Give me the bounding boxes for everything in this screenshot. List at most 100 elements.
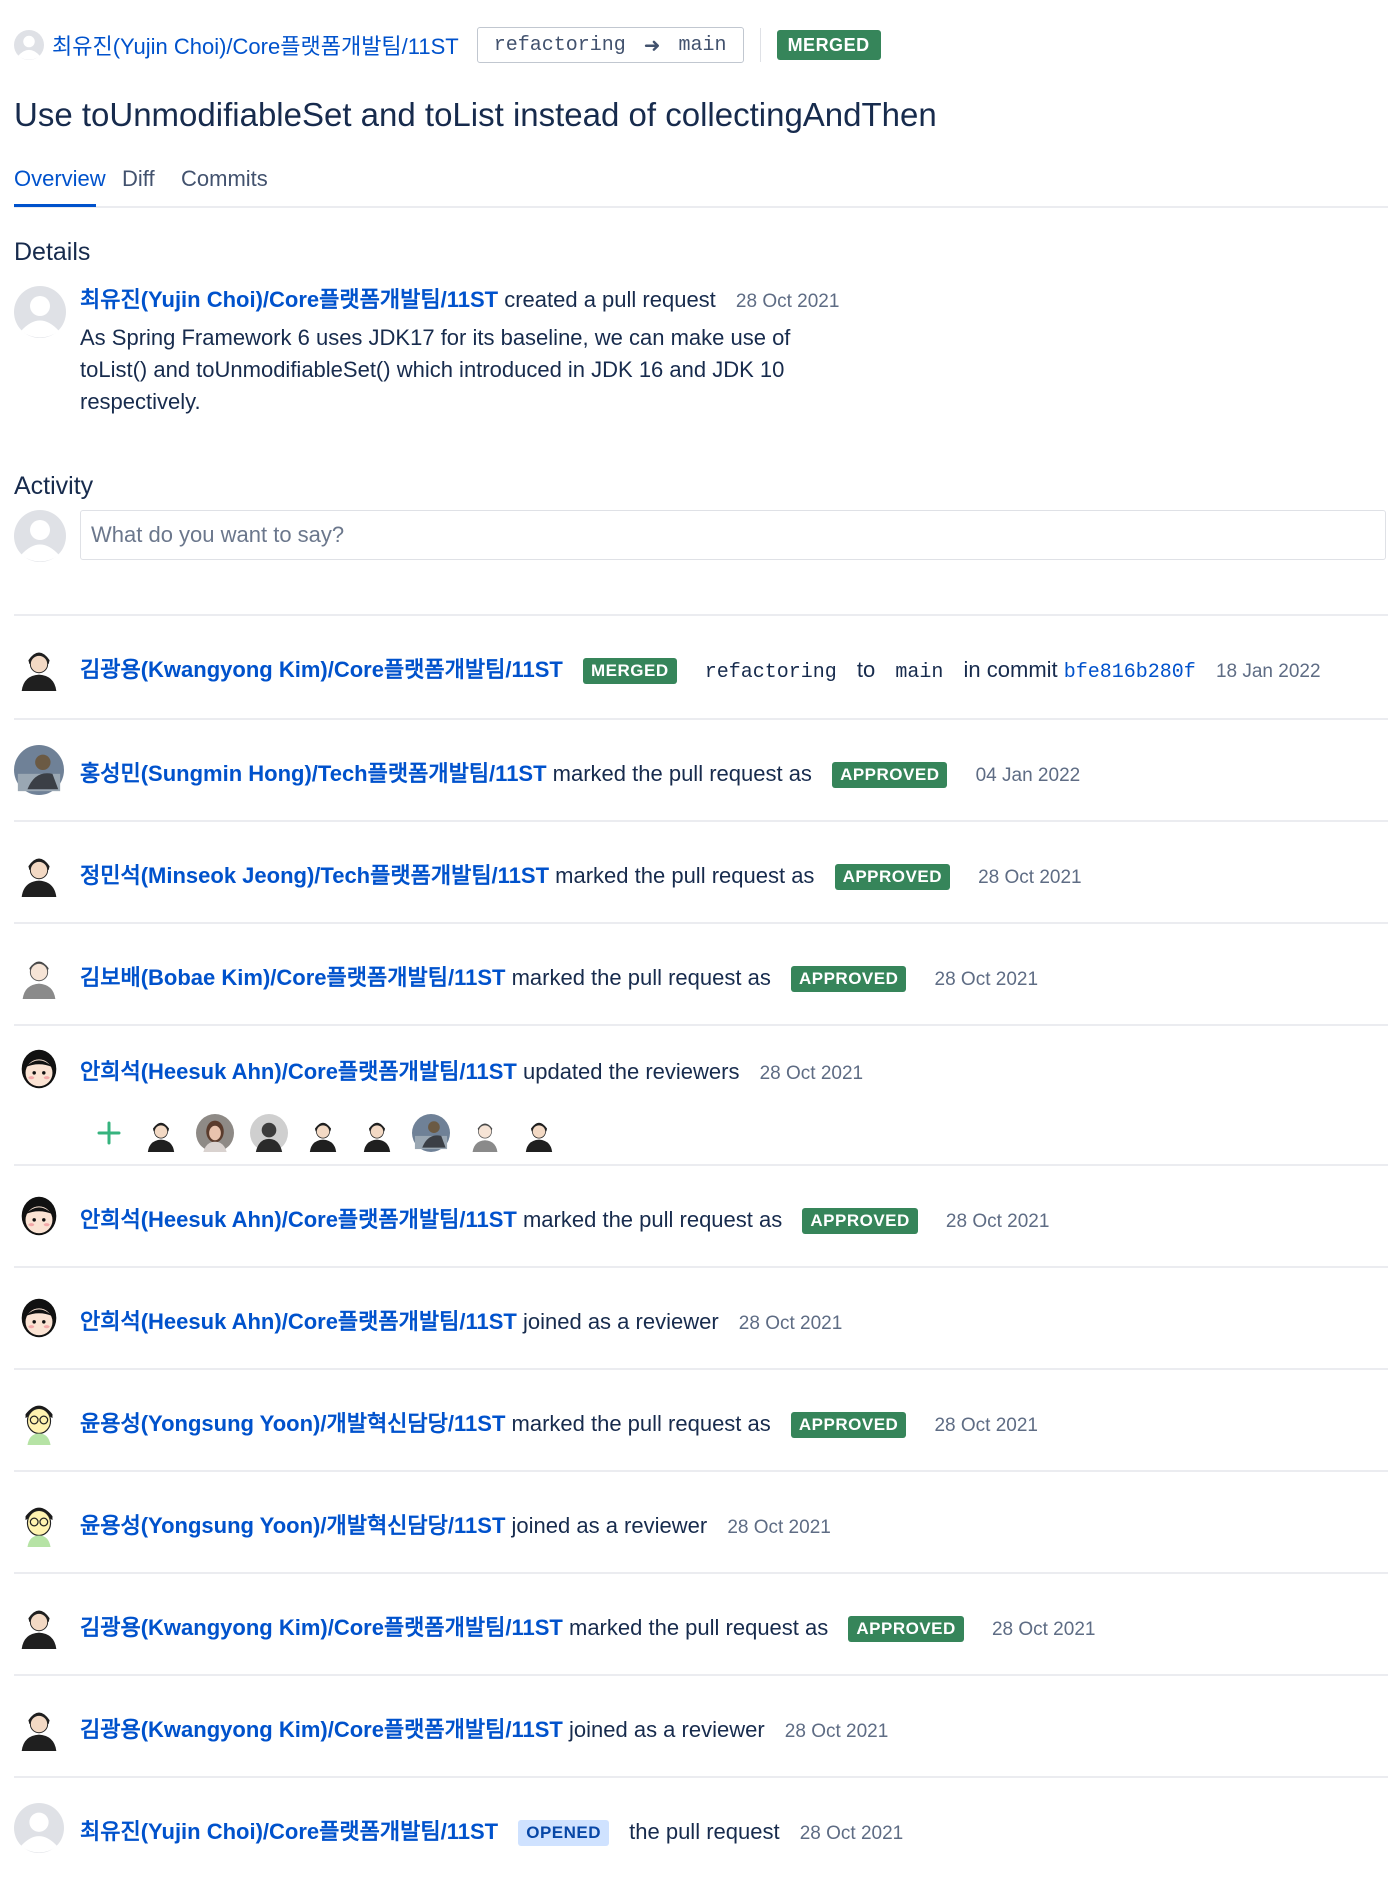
reviewer-avatar-icon[interactable] bbox=[520, 1114, 558, 1152]
user-avatar-icon[interactable] bbox=[14, 1701, 64, 1751]
tab-overview[interactable]: Overview bbox=[14, 166, 106, 207]
activity-author-link[interactable]: 안희석(Heesuk Ahn)/Core플랫폼개발팀/11ST bbox=[80, 1309, 517, 1334]
reviewer-avatar-icon[interactable] bbox=[358, 1114, 396, 1152]
activity-date: 28 Oct 2021 bbox=[945, 1211, 1050, 1232]
activity-action: marked the pull request as bbox=[511, 965, 771, 990]
pr-author-link[interactable]: 최유진(Yujin Choi)/Core플랫폼개발팀/11ST bbox=[52, 29, 459, 61]
activity-line: 홍성민(Sungmin Hong)/Tech플랫폼개발팀/11ST marked… bbox=[80, 756, 1081, 789]
reviewer-avatar-icon[interactable] bbox=[466, 1114, 504, 1152]
author-avatar-icon[interactable] bbox=[14, 286, 66, 338]
status-badge: APPROVED bbox=[848, 1616, 964, 1643]
activity-date: 18 Jan 2022 bbox=[1215, 661, 1321, 682]
activity-author-link[interactable]: 홍성민(Sungmin Hong)/Tech플랫폼개발팀/11ST bbox=[80, 761, 547, 786]
status-badge: APPROVED bbox=[834, 864, 950, 891]
user-avatar-icon[interactable] bbox=[14, 641, 64, 691]
to-word: to bbox=[856, 657, 876, 682]
target-branch[interactable]: main bbox=[679, 34, 727, 57]
status-badge: MERGED bbox=[583, 658, 677, 685]
activity-author-link[interactable]: 안희석(Heesuk Ahn)/Core플랫폼개발팀/11ST bbox=[80, 1207, 517, 1232]
activity-item: 홍성민(Sungmin Hong)/Tech플랫폼개발팀/11ST marked… bbox=[14, 718, 1388, 822]
user-avatar-icon[interactable] bbox=[14, 1803, 64, 1853]
status-badge: OPENED bbox=[518, 1820, 610, 1847]
details-heading: Details bbox=[14, 238, 91, 266]
activity-action: marked the pull request as bbox=[555, 863, 815, 888]
target-branch[interactable]: main bbox=[895, 661, 943, 684]
user-avatar-icon[interactable] bbox=[14, 1497, 64, 1547]
reviewer-avatar-icon[interactable] bbox=[412, 1114, 450, 1152]
status-badge: APPROVED bbox=[832, 762, 948, 789]
user-avatar-icon[interactable] bbox=[14, 1191, 64, 1241]
source-branch[interactable]: refactoring bbox=[705, 661, 837, 684]
status-badge: APPROVED bbox=[802, 1208, 918, 1235]
user-avatar-icon[interactable] bbox=[14, 847, 64, 897]
plus-icon bbox=[97, 1121, 121, 1145]
tab-commits[interactable]: Commits bbox=[181, 166, 268, 204]
activity-date: 28 Oct 2021 bbox=[738, 1313, 843, 1334]
user-avatar-icon[interactable] bbox=[14, 1599, 64, 1649]
reviewer-avatar-icon[interactable] bbox=[250, 1114, 288, 1152]
activity-item: 윤용성(Yongsung Yoon)/개발혁신담당/11ST marked th… bbox=[14, 1368, 1388, 1472]
activity-action: marked the pull request as bbox=[522, 1207, 783, 1232]
activity-action: joined as a reviewer bbox=[511, 1513, 708, 1538]
activity-date: 28 Oct 2021 bbox=[934, 969, 1039, 990]
activity-author-link[interactable]: 안희석(Heesuk Ahn)/Core플랫폼개발팀/11ST bbox=[80, 1059, 517, 1084]
activity-date: 28 Oct 2021 bbox=[934, 1415, 1038, 1436]
activity-action: updated the reviewers bbox=[522, 1059, 740, 1084]
activity-date: 28 Oct 2021 bbox=[727, 1517, 831, 1538]
activity-line: 김광용(Kwangyong Kim)/Core플랫폼개발팀/11ST MERGE… bbox=[80, 652, 1321, 685]
pr-header: 최유진(Yujin Choi)/Core플랫폼개발팀/11ST refactor… bbox=[14, 26, 881, 64]
activity-author-link[interactable]: 정민석(Minseok Jeong)/Tech플랫폼개발팀/11ST bbox=[80, 863, 549, 888]
comment-input[interactable] bbox=[80, 510, 1386, 560]
added-reviewers bbox=[96, 1114, 574, 1152]
details-action: created a pull request bbox=[504, 287, 716, 312]
activity-heading: Activity bbox=[14, 472, 94, 500]
pr-description: As Spring Framework 6 uses JDK17 for its… bbox=[80, 325, 791, 414]
source-branch[interactable]: refactoring bbox=[494, 34, 626, 57]
activity-line: 안희석(Heesuk Ahn)/Core플랫폼개발팀/11ST updated … bbox=[80, 1054, 863, 1086]
activity-author-link[interactable]: 윤용성(Yongsung Yoon)/개발혁신담당/11ST bbox=[80, 1411, 505, 1436]
activity-action: marked the pull request as bbox=[552, 761, 812, 786]
activity-line: 김광용(Kwangyong Kim)/Core플랫폼개발팀/11ST marke… bbox=[80, 1610, 1095, 1643]
activity-date: 28 Oct 2021 bbox=[978, 867, 1082, 888]
details-date: 28 Oct 2021 bbox=[735, 291, 840, 312]
activity-line: 안희석(Heesuk Ahn)/Core플랫폼개발팀/11ST marked t… bbox=[80, 1202, 1050, 1235]
activity-author-link[interactable]: 최유진(Yujin Choi)/Core플랫폼개발팀/11ST bbox=[80, 1819, 498, 1844]
pr-status-badge: MERGED bbox=[776, 30, 881, 60]
details-author-link[interactable]: 최유진(Yujin Choi)/Core플랫폼개발팀/11ST bbox=[80, 287, 498, 312]
tab-diff[interactable]: Diff bbox=[122, 166, 155, 204]
user-avatar-icon[interactable] bbox=[14, 949, 64, 999]
user-avatar-icon[interactable] bbox=[14, 1044, 64, 1094]
activity-action: marked the pull request as bbox=[511, 1411, 771, 1436]
activity-line: 최유진(Yujin Choi)/Core플랫폼개발팀/11ST OPENED t… bbox=[80, 1814, 904, 1847]
activity-item: 김광용(Kwangyong Kim)/Core플랫폼개발팀/11ST MERGE… bbox=[14, 614, 1388, 720]
activity-action: the pull request bbox=[629, 1819, 780, 1844]
reviewer-avatar-icon[interactable] bbox=[142, 1114, 180, 1152]
activity-line: 김광용(Kwangyong Kim)/Core플랫폼개발팀/11ST joine… bbox=[80, 1712, 888, 1744]
status-badge: APPROVED bbox=[790, 1412, 907, 1439]
activity-line: 윤용성(Yongsung Yoon)/개발혁신담당/11ST marked th… bbox=[80, 1406, 1038, 1439]
activity-author-link[interactable]: 김광용(Kwangyong Kim)/Core플랫폼개발팀/11ST bbox=[80, 1717, 563, 1742]
comment-row bbox=[14, 510, 1388, 562]
activity-date: 28 Oct 2021 bbox=[784, 1721, 889, 1742]
details-line: 최유진(Yujin Choi)/Core플랫폼개발팀/11ST created … bbox=[80, 282, 839, 314]
activity-item: 김광용(Kwangyong Kim)/Core플랫폼개발팀/11ST joine… bbox=[14, 1674, 1388, 1778]
tab-bar: Overview Diff Commits bbox=[14, 166, 1388, 208]
activity-line: 윤용성(Yongsung Yoon)/개발혁신담당/11ST joined as… bbox=[80, 1508, 831, 1540]
current-user-avatar-icon bbox=[14, 510, 66, 562]
activity-author-link[interactable]: 김광용(Kwangyong Kim)/Core플랫폼개발팀/11ST bbox=[80, 657, 563, 682]
user-avatar-icon[interactable] bbox=[14, 1293, 64, 1343]
activity-item: 정민석(Minseok Jeong)/Tech플랫폼개발팀/11ST marke… bbox=[14, 820, 1388, 924]
activity-line: 정민석(Minseok Jeong)/Tech플랫폼개발팀/11ST marke… bbox=[80, 858, 1082, 891]
activity-author-link[interactable]: 김보배(Bobae Kim)/Core플랫폼개발팀/11ST bbox=[80, 965, 505, 990]
user-avatar-icon[interactable] bbox=[14, 1395, 64, 1445]
reviewer-avatar-icon[interactable] bbox=[196, 1114, 234, 1152]
activity-author-link[interactable]: 윤용성(Yongsung Yoon)/개발혁신담당/11ST bbox=[80, 1513, 505, 1538]
reviewer-avatar-icon[interactable] bbox=[304, 1114, 342, 1152]
author-avatar-icon[interactable] bbox=[14, 30, 44, 60]
commit-hash-link[interactable]: bfe816b280f bbox=[1064, 661, 1196, 684]
activity-author-link[interactable]: 김광용(Kwangyong Kim)/Core플랫폼개발팀/11ST bbox=[80, 1615, 563, 1640]
user-avatar-icon[interactable] bbox=[14, 745, 64, 795]
activity-date: 04 Jan 2022 bbox=[975, 765, 1081, 786]
activity-date: 28 Oct 2021 bbox=[799, 1823, 904, 1844]
activity-action: joined as a reviewer bbox=[569, 1717, 765, 1742]
